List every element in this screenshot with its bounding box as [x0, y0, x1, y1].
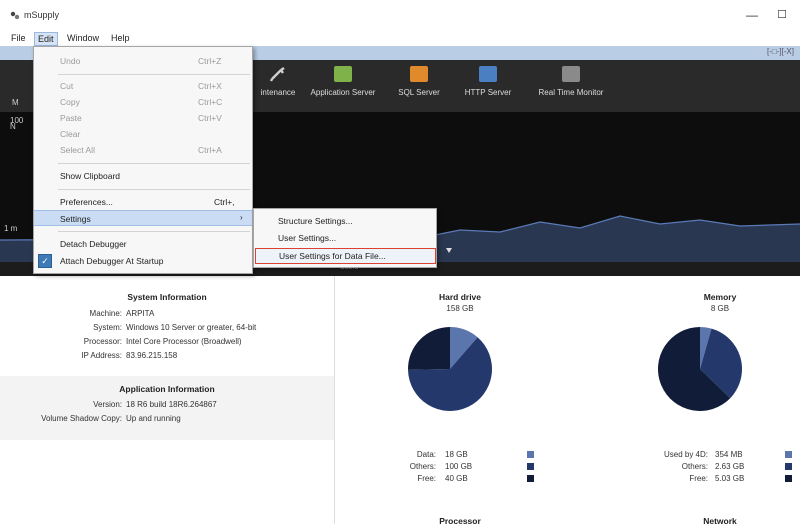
memory-legend-value: 5.03 GB	[715, 474, 745, 483]
hard-drive-legend-swatch	[527, 451, 534, 458]
info-panel: System Information Machine: ARPITA Syste…	[0, 276, 334, 524]
checkmark-icon: ✓	[38, 254, 52, 268]
hard-drive-legend-label: Data:	[416, 450, 436, 459]
memory-legend-value: 2.63 GB	[715, 462, 745, 471]
menu-help[interactable]: Help	[108, 32, 133, 44]
menu-window[interactable]: Window	[64, 32, 102, 44]
menu-item-attach-debugger-at-startup[interactable]: ✓ Attach Debugger At Startup	[34, 253, 252, 269]
submenu-item-user-settings-for-data-file[interactable]: User Settings for Data File...	[255, 248, 436, 264]
menu-file[interactable]: File	[8, 32, 29, 44]
menu-item-paste[interactable]: Paste Ctrl+V	[34, 110, 252, 126]
processor-title: Processor	[439, 516, 481, 524]
hard-drive-legend-label: Free:	[417, 474, 436, 483]
title-bar: mSupply — ☐	[0, 0, 800, 30]
memory-legend-label: Others:	[681, 462, 708, 471]
settings-submenu: Structure Settings... User Settings... U…	[253, 208, 437, 268]
menu-item-clear[interactable]: Clear	[34, 126, 252, 142]
application-server-icon	[334, 66, 352, 82]
menu-item-select-all[interactable]: Select All Ctrl+A	[34, 142, 252, 158]
toolbar-maintenance[interactable]: intenance	[258, 66, 298, 97]
menu-item-undo[interactable]: Undo Ctrl+Z	[34, 53, 252, 69]
submenu-item-structure-settings[interactable]: Structure Settings...	[254, 213, 436, 229]
wrench-icon	[269, 66, 287, 82]
memory-total: 8 GB	[710, 304, 730, 313]
toolbar-http-server[interactable]: HTTP Server	[458, 66, 518, 97]
application-information-title: Application Information	[119, 384, 215, 394]
memory-pie-chart	[658, 327, 742, 411]
menu-separator	[58, 74, 250, 75]
toolbar-sql-server[interactable]: SQL Server	[392, 66, 446, 97]
toolbar-real-time-monitor[interactable]: Real Time Monitor	[526, 66, 616, 97]
system-information-title: System Information	[127, 292, 207, 302]
monitor-icon	[562, 66, 580, 82]
application-information-section: Application Information Version: 18 R6 b…	[0, 376, 334, 440]
menu-item-settings[interactable]: Settings ›	[34, 210, 252, 226]
memory-legend-value: 354 MB	[715, 450, 743, 459]
menu-item-copy[interactable]: Copy Ctrl+C	[34, 94, 252, 110]
menu-item-detach-debugger[interactable]: Detach Debugger	[34, 236, 252, 252]
hard-drive-legend-swatch	[527, 463, 534, 470]
toolbar-left-label-m: M	[12, 98, 19, 107]
menu-item-cut[interactable]: Cut Ctrl+X	[34, 78, 252, 94]
sql-server-icon	[410, 66, 428, 82]
menu-item-preferences[interactable]: Preferences... Ctrl+,	[34, 194, 252, 210]
menu-edit[interactable]: Edit	[34, 32, 58, 46]
hard-drive-total: 158 GB	[446, 304, 474, 313]
maximize-button[interactable]: ☐	[772, 6, 792, 24]
hard-drive-title: Hard drive	[438, 292, 482, 302]
edit-menu-dropdown: Undo Ctrl+Z Cut Ctrl+X Copy Ctrl+C Paste…	[33, 46, 253, 274]
memory-legend-label: Used by 4D:	[663, 450, 708, 459]
http-server-icon	[479, 66, 497, 82]
menu-item-show-clipboard[interactable]: Show Clipboard	[34, 168, 252, 184]
hard-drive-slice-2	[408, 327, 450, 370]
toolbar-application-server[interactable]: Application Server	[300, 66, 386, 97]
memory-title: Memory	[703, 292, 737, 302]
hard-drive-legend-label: Others:	[409, 462, 436, 471]
hard-drive-pie-chart	[408, 327, 492, 411]
hard-drive-legend-value: 18 GB	[445, 450, 468, 459]
system-information-section: System Information Machine: ARPITA Syste…	[0, 284, 334, 382]
minimize-button[interactable]: —	[742, 6, 762, 24]
network-title: Network	[703, 516, 737, 524]
window-title: mSupply	[24, 10, 60, 20]
app-logo-icon	[10, 11, 20, 20]
memory-legend-swatch	[785, 451, 792, 458]
memory-legend-label: Free:	[689, 474, 708, 483]
hard-drive-legend-value: 40 GB	[445, 474, 468, 483]
memory-legend-swatch	[785, 475, 792, 482]
inner-window-controls[interactable]: [-□-][-X]	[767, 47, 794, 56]
menu-separator	[58, 163, 250, 164]
menu-separator	[58, 231, 250, 232]
menu-separator	[58, 189, 250, 190]
memory-legend-swatch	[785, 463, 792, 470]
menu-bar: File Edit Window Help	[0, 30, 800, 46]
submenu-arrow-icon: ›	[240, 213, 243, 222]
hard-drive-legend-value: 100 GB	[445, 462, 473, 471]
submenu-item-user-settings[interactable]: User Settings...	[254, 230, 436, 246]
hard-drive-legend-swatch	[527, 475, 534, 482]
resource-charts-panel: Hard drive 158 GB Memory 8 GB Data: 18 GB…	[334, 276, 800, 524]
